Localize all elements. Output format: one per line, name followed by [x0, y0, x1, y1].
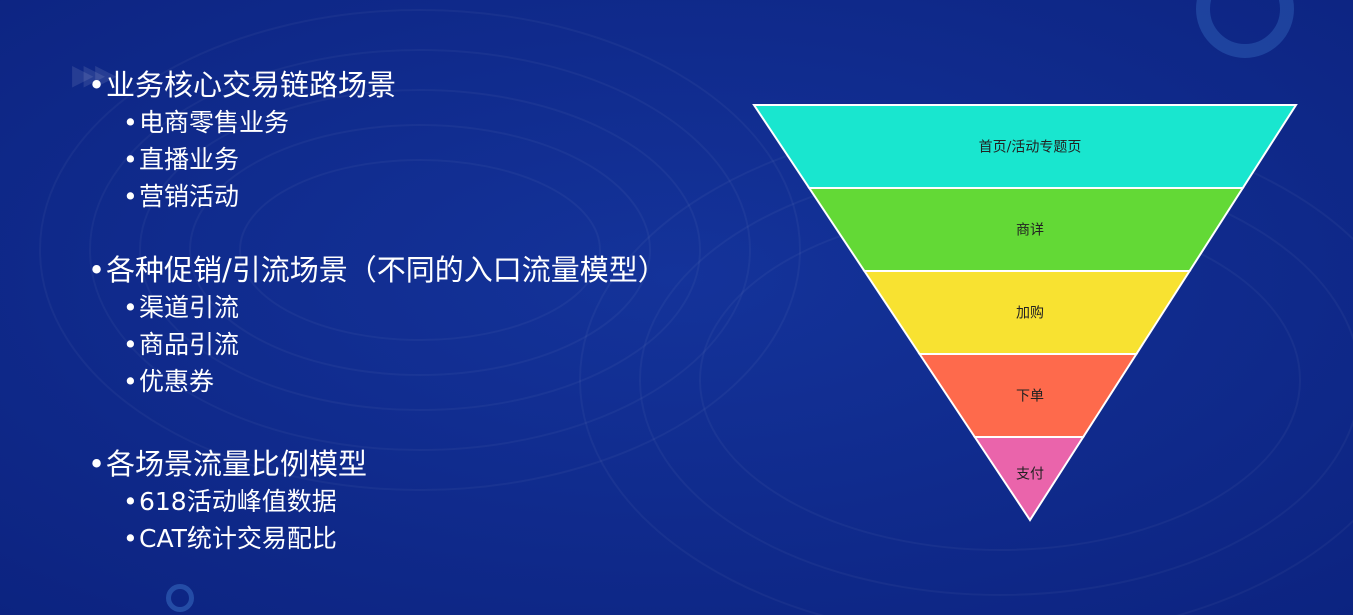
- bullet-icon: •: [88, 253, 106, 287]
- section-promotion: •各种促销/引流场景（不同的入口流量模型） •渠道引流 •商品引流 •优惠券: [88, 252, 667, 400]
- section-title: •各种促销/引流场景（不同的入口流量模型）: [88, 253, 667, 287]
- bullet-icon: •: [88, 447, 106, 481]
- list-item: •营销活动: [123, 178, 396, 215]
- section-title: •业务核心交易链路场景: [88, 68, 397, 102]
- list-item: •CAT统计交易配比: [123, 520, 367, 557]
- funnel-stage-label: 支付: [1016, 467, 1044, 483]
- bullet-icon: •: [123, 108, 138, 137]
- bullet-icon: •: [123, 524, 138, 553]
- bullet-outline: •业务核心交易链路场景 •电商零售业务 •直播业务 •营销活动 •各种促销/引流…: [0, 0, 700, 615]
- list-item: •优惠券: [123, 363, 667, 400]
- bullet-icon: •: [123, 367, 138, 396]
- list-item: •商品引流: [123, 326, 667, 363]
- section-title: •各场景流量比例模型: [88, 447, 368, 481]
- section-core-transaction: •业务核心交易链路场景 •电商零售业务 •直播业务 •营销活动: [88, 67, 396, 215]
- bullet-icon: •: [123, 182, 138, 211]
- list-item: •电商零售业务: [123, 104, 396, 141]
- bullet-icon: •: [123, 145, 138, 174]
- list-item: •直播业务: [123, 141, 396, 178]
- bullet-icon: •: [123, 330, 138, 359]
- funnel-stage-label: 加购: [1016, 306, 1044, 322]
- bullet-icon: •: [123, 487, 138, 516]
- bullet-icon: •: [123, 293, 138, 322]
- section-traffic-ratio: •各场景流量比例模型 •618活动峰值数据 •CAT统计交易配比: [88, 446, 367, 557]
- bullet-icon: •: [88, 68, 106, 102]
- funnel-stage-label: 商详: [1016, 223, 1044, 239]
- list-item: •渠道引流: [123, 289, 667, 326]
- funnel-stage-label: 首页/活动专题页: [979, 140, 1082, 156]
- list-item: •618活动峰值数据: [123, 483, 367, 520]
- conversion-funnel: 首页/活动专题页商详加购下单支付: [752, 104, 1298, 522]
- funnel-stage-label: 下单: [1016, 389, 1044, 405]
